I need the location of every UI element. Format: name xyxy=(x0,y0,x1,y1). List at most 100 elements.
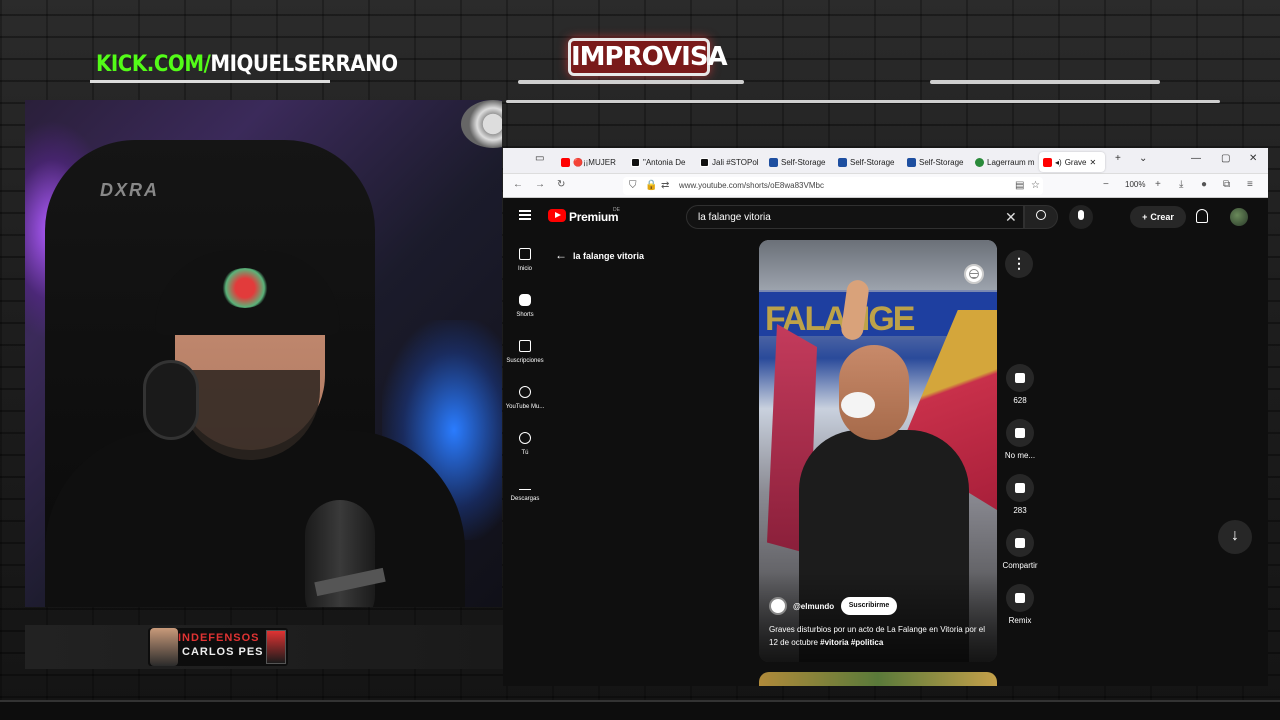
url-text: www.youtube.com/shorts/oE8wa83VMbc xyxy=(679,181,824,190)
channel-avatar[interactable] xyxy=(769,597,787,615)
sidebar-item-youtube-music[interactable]: YouTube Mu... xyxy=(503,386,547,410)
headphones xyxy=(143,360,199,440)
reader-view-icon[interactable]: ▤ xyxy=(1015,180,1024,191)
like-count: 628 xyxy=(1013,396,1027,405)
remix-action[interactable]: Remix xyxy=(1002,584,1038,625)
storage-icon xyxy=(838,157,847,167)
browser-tab[interactable]: "Antonia De xyxy=(631,152,695,172)
sidebar-label: Suscripciones xyxy=(506,358,544,364)
browser-tab[interactable]: Jali #STOPol xyxy=(700,152,762,172)
user-avatar[interactable] xyxy=(1230,208,1248,226)
comments-action[interactable]: 283 xyxy=(1002,474,1038,515)
hamburger-menu-icon[interactable] xyxy=(519,210,531,220)
forward-icon[interactable]: → xyxy=(535,179,545,190)
shelf-line xyxy=(930,80,1160,84)
tab-list-icon[interactable]: ▭ xyxy=(535,153,544,164)
like-icon[interactable] xyxy=(1006,364,1034,392)
maximize-icon[interactable]: ▢ xyxy=(1221,153,1230,164)
shelf-line xyxy=(506,100,1220,103)
caption-hashtags[interactable]: #vitoria #politica xyxy=(820,638,883,647)
shield-icon[interactable]: ⛉ xyxy=(629,180,637,191)
shorts-icon xyxy=(519,294,531,306)
search-button[interactable] xyxy=(1024,205,1058,229)
channel-name[interactable]: @elmundo xyxy=(793,602,834,611)
more-options-icon[interactable]: ⋮ xyxy=(1005,250,1033,278)
account-icon[interactable]: ● xyxy=(1201,179,1207,190)
sidebar-item-home[interactable]: Inicio xyxy=(503,248,547,272)
banner-avatar xyxy=(150,628,178,666)
create-button[interactable]: + Crear xyxy=(1130,206,1186,228)
reload-icon[interactable]: ↻ xyxy=(557,179,565,190)
minimize-icon[interactable]: — xyxy=(1191,153,1201,164)
search-value: la falange vitoria xyxy=(698,212,771,223)
home-icon xyxy=(519,248,531,260)
zoom-in-icon[interactable]: + xyxy=(1155,179,1161,190)
improvisa-badge: IMPROVISA xyxy=(568,38,728,76)
back-arrow-icon[interactable]: ← xyxy=(555,248,567,262)
sidebar-label: Tú xyxy=(521,450,529,456)
sidebar-label: Shorts xyxy=(516,312,534,318)
lock-icon[interactable]: 🔒 xyxy=(645,180,657,191)
storage-icon xyxy=(975,157,984,167)
download-icon[interactable]: ⤓ xyxy=(1179,179,1183,190)
x-icon xyxy=(631,157,640,167)
tab-label: Jali #STOPol xyxy=(712,157,759,167)
browser-tab[interactable]: Self-Storage xyxy=(838,152,900,172)
back-icon[interactable]: ← xyxy=(513,179,523,190)
downloads-icon xyxy=(519,478,531,490)
youtube-brand[interactable]: Premium xyxy=(569,210,619,224)
subscribe-button[interactable]: Suscribirme xyxy=(841,597,897,615)
chair-brand: DXRA xyxy=(100,180,160,200)
search-input[interactable]: la falange vitoria ✕ xyxy=(686,205,1024,229)
bookmark-star-icon[interactable]: ☆ xyxy=(1031,180,1040,191)
menu-icon[interactable]: ≡ xyxy=(1247,179,1253,190)
zoom-level[interactable]: 100% xyxy=(1125,180,1145,189)
dislike-icon[interactable] xyxy=(1006,419,1034,447)
tab-label: Self-Storage xyxy=(781,157,826,167)
dislike-action[interactable]: No me... xyxy=(1002,419,1038,460)
next-video-arrow-icon[interactable]: ↓ xyxy=(1218,520,1252,554)
banner-subtitle: CARLOS PES xyxy=(182,646,264,658)
next-short-preview[interactable] xyxy=(759,672,997,686)
zoom-out-icon[interactable]: − xyxy=(1103,179,1109,190)
subscriptions-icon xyxy=(519,340,531,352)
browser-tab[interactable]: 🔴¡¡MUJER xyxy=(561,152,625,172)
notifications-bell-icon[interactable] xyxy=(1196,209,1208,223)
book-cover xyxy=(266,630,286,664)
tab-label: Self-Storage xyxy=(919,157,964,167)
comment-icon[interactable] xyxy=(1006,474,1034,502)
you-icon xyxy=(519,432,531,444)
kick-channel-name: MIQUELSERRANO xyxy=(210,52,398,77)
voice-search-icon[interactable] xyxy=(1069,205,1093,229)
tab-bar: ▭ 🔴¡¡MUJER "Antonia De Jali #STOPol Self… xyxy=(503,148,1268,174)
youtube-logo-icon[interactable] xyxy=(548,209,566,222)
dislike-label: No me... xyxy=(1004,451,1036,460)
new-tab-icon[interactable]: + xyxy=(1115,153,1121,164)
sidebar-item-subscriptions[interactable]: Suscripciones xyxy=(503,340,547,364)
kick-prefix: KICK.COM/ xyxy=(96,52,211,77)
video-caption: Graves disturbios por un acto de La Fala… xyxy=(769,623,991,649)
kick-underline xyxy=(90,80,330,83)
permissions-icon[interactable]: ⇄ xyxy=(661,180,669,191)
share-action[interactable]: Compartir xyxy=(1002,529,1038,570)
browser-tab[interactable]: Lagerraum m xyxy=(975,152,1037,172)
remix-icon[interactable] xyxy=(1006,584,1034,612)
close-window-icon[interactable]: ✕ xyxy=(1249,153,1257,164)
browser-tab[interactable]: Self-Storage xyxy=(907,152,969,172)
close-tab-icon[interactable]: ✕ xyxy=(1089,158,1096,167)
extensions-icon[interactable]: ⧉ xyxy=(1223,179,1230,190)
address-bar[interactable]: ⛉ 🔒 ⇄ www.youtube.com/shorts/oE8wa83VMbc… xyxy=(623,177,1043,195)
short-video-player[interactable]: FALANGE @elmundo Suscribirme Graves dist… xyxy=(759,240,997,662)
sidebar-item-shorts[interactable]: Shorts xyxy=(503,294,547,318)
sidebar-item-you[interactable]: Tú xyxy=(503,432,547,456)
browser-tab[interactable]: Self-Storage xyxy=(769,152,831,172)
bottom-strip xyxy=(0,700,1280,720)
share-icon[interactable] xyxy=(1006,529,1034,557)
tab-label: Self-Storage xyxy=(850,157,895,167)
sidebar-item-downloads[interactable]: Descargas xyxy=(503,478,547,502)
like-action[interactable]: 628 xyxy=(1002,364,1038,405)
clear-search-icon[interactable]: ✕ xyxy=(1005,209,1017,226)
chevron-down-icon[interactable]: ⌄ xyxy=(1139,153,1147,164)
back-to-search-label[interactable]: la falange vitoria xyxy=(573,251,644,261)
browser-tab-active[interactable]: ◂) Grave ✕ xyxy=(1039,152,1105,172)
